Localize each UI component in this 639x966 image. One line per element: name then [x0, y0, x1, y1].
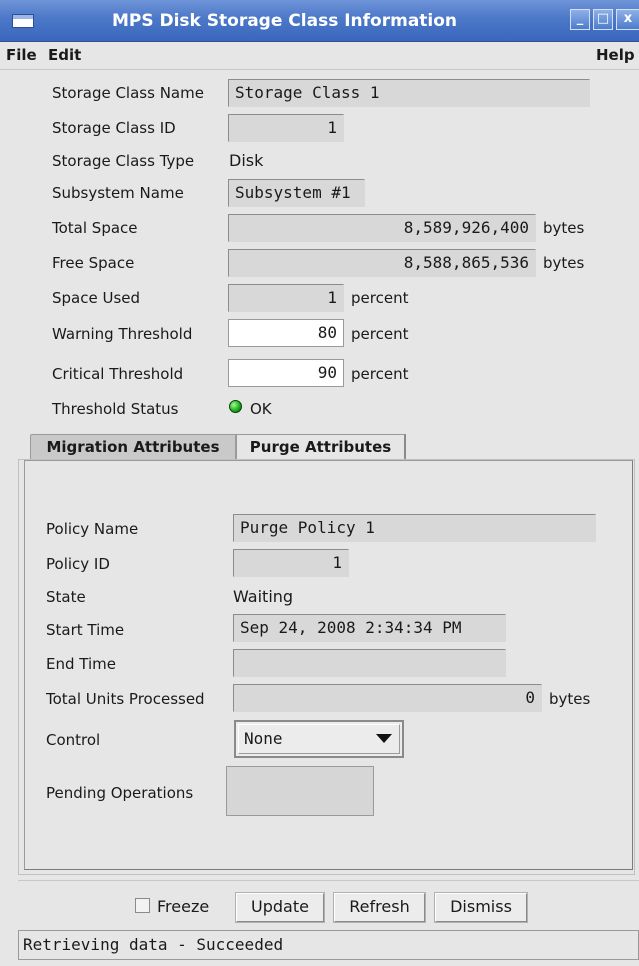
freeze-checkbox[interactable]	[135, 898, 150, 913]
storage-class-name-field: Storage Class 1	[228, 79, 590, 107]
menu-bar: File Edit Help	[0, 42, 639, 70]
end-time-label: End Time	[46, 655, 116, 673]
storage-class-type-value: Disk	[229, 151, 264, 170]
freeze-label[interactable]: Freeze	[157, 897, 209, 916]
policy-name-field: Purge Policy 1	[233, 514, 596, 542]
control-dropdown[interactable]: None	[234, 720, 404, 758]
warning-threshold-label: Warning Threshold	[52, 325, 193, 343]
total-space-label: Total Space	[52, 219, 138, 237]
menu-help[interactable]: Help	[596, 46, 635, 64]
menu-file[interactable]: File	[6, 46, 37, 64]
total-units-field: 0	[233, 684, 542, 712]
storage-class-name-label: Storage Class Name	[52, 84, 204, 102]
threshold-status-value: OK	[250, 400, 272, 418]
storage-class-id-field: 1	[228, 114, 344, 142]
refresh-button[interactable]: Refresh	[333, 892, 426, 923]
policy-id-label: Policy ID	[46, 555, 110, 573]
storage-class-id-label: Storage Class ID	[52, 119, 176, 137]
dismiss-button[interactable]: Dismiss	[434, 892, 528, 923]
space-used-label: Space Used	[52, 289, 141, 307]
close-button[interactable]: x	[616, 9, 639, 30]
chevron-down-icon[interactable]	[376, 734, 392, 743]
window-title: MPS Disk Storage Class Information	[111, 11, 458, 31]
warning-threshold-unit: percent	[351, 325, 409, 343]
control-dropdown-value: None	[244, 729, 283, 748]
minimize-button[interactable]: _	[570, 9, 590, 30]
critical-threshold-unit: percent	[351, 365, 409, 383]
policy-id-field: 1	[233, 549, 349, 577]
pending-operations-label: Pending Operations	[46, 784, 194, 802]
status-ok-led-icon	[229, 400, 242, 413]
pending-operations-list[interactable]	[226, 766, 374, 816]
critical-threshold-input[interactable]: 90	[228, 359, 344, 387]
free-space-label: Free Space	[52, 254, 135, 272]
button-bar	[18, 880, 639, 928]
tab-migration-attributes[interactable]: Migration Attributes	[30, 434, 236, 460]
space-used-unit: percent	[351, 289, 409, 307]
total-units-unit: bytes	[549, 690, 591, 708]
update-button[interactable]: Update	[235, 892, 325, 923]
free-space-unit: bytes	[543, 254, 585, 272]
threshold-status-label: Threshold Status	[52, 400, 179, 418]
subsystem-name-label: Subsystem Name	[52, 184, 184, 202]
policy-name-label: Policy Name	[46, 520, 139, 538]
space-used-field: 1	[228, 284, 344, 312]
end-time-field	[233, 649, 506, 677]
tab-purge-attributes[interactable]: Purge Attributes	[236, 434, 406, 460]
title-bar[interactable]: MPS Disk Storage Class Information _ □ x	[0, 0, 639, 42]
total-space-field: 8,589,926,400	[228, 214, 536, 242]
start-time-label: Start Time	[46, 621, 125, 639]
status-bar: Retrieving data - Succeeded	[18, 930, 639, 960]
free-space-field: 8,588,865,536	[228, 249, 536, 277]
subsystem-name-field: Subsystem #1	[228, 179, 365, 207]
state-value: Waiting	[233, 587, 294, 606]
storage-class-type-label: Storage Class Type	[52, 152, 195, 170]
warning-threshold-input[interactable]: 80	[228, 319, 344, 347]
start-time-field: Sep 24, 2008 2:34:34 PM	[233, 614, 506, 642]
critical-threshold-label: Critical Threshold	[52, 365, 184, 383]
left-edge	[0, 70, 18, 966]
total-space-unit: bytes	[543, 219, 585, 237]
state-label: State	[46, 588, 86, 606]
menu-edit[interactable]: Edit	[48, 46, 81, 64]
total-units-label: Total Units Processed	[46, 690, 205, 708]
control-label: Control	[46, 731, 101, 749]
maximize-button[interactable]: □	[593, 9, 613, 30]
